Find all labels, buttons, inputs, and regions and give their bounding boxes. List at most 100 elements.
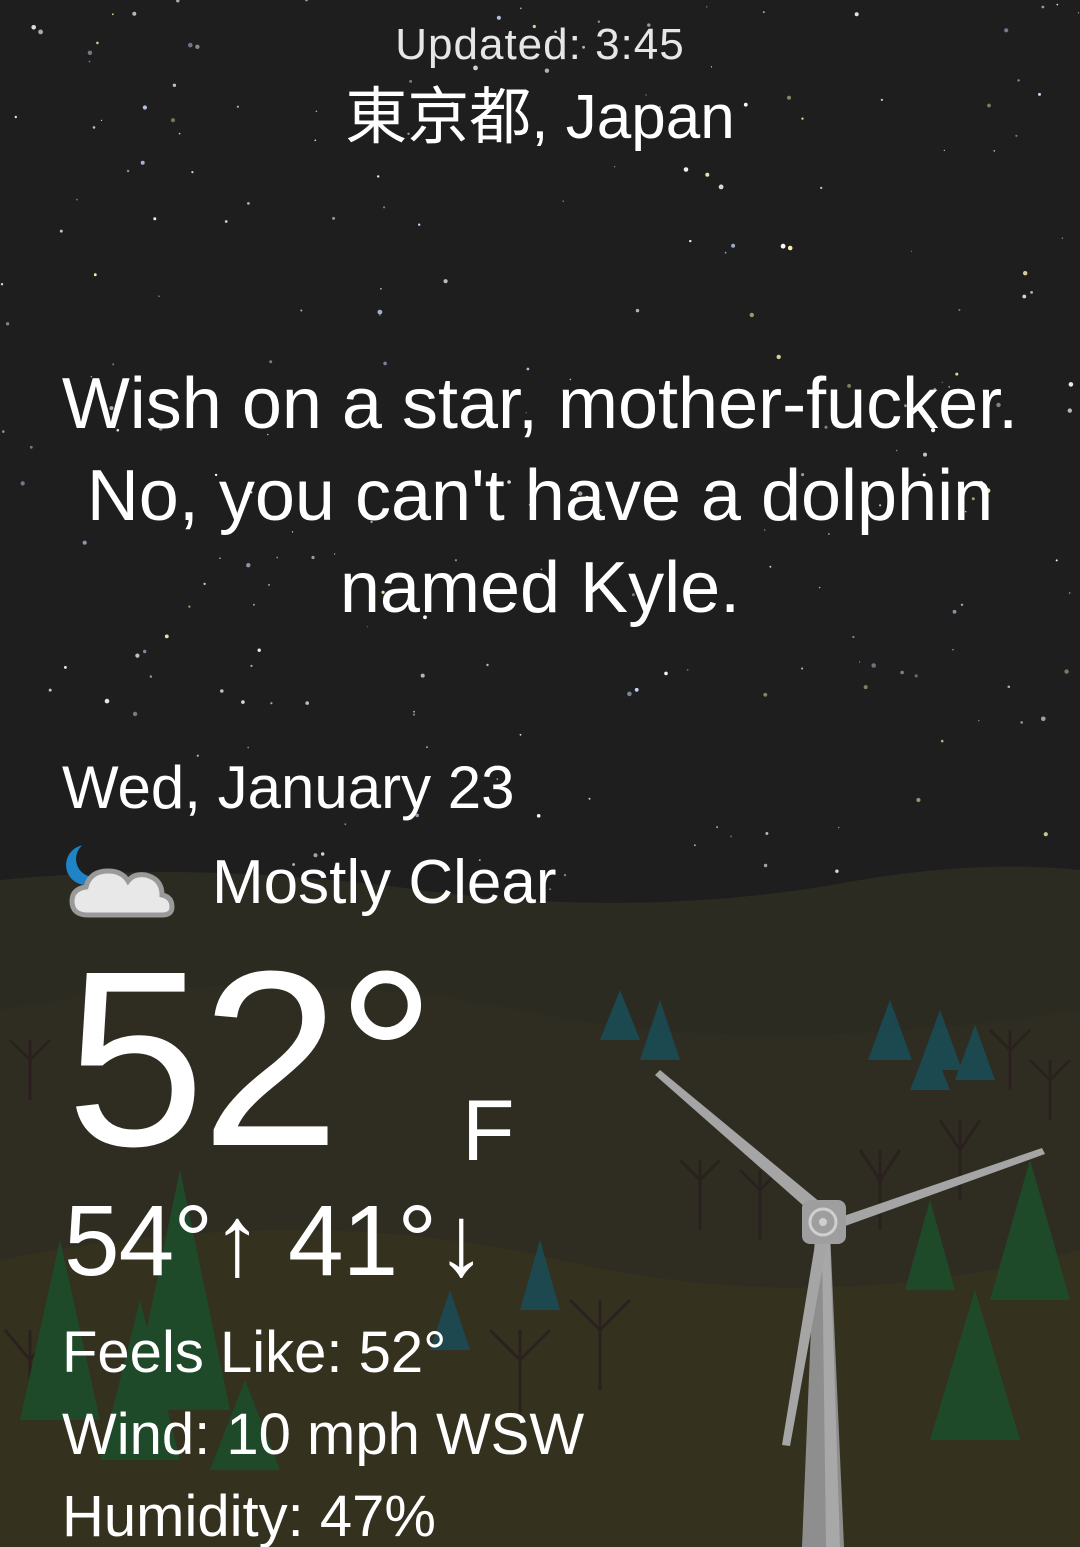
star (64, 666, 67, 669)
star (20, 481, 25, 486)
star (2, 430, 5, 433)
star (706, 6, 708, 8)
forecast-date: Wed, January 23 (62, 754, 515, 821)
star (111, 13, 114, 16)
header: Updated: 3:45 東京都, Japan (0, 18, 1080, 156)
star (250, 664, 253, 668)
star (837, 826, 840, 829)
star (694, 844, 696, 846)
current-temperature: 52° (66, 919, 436, 1198)
star (300, 309, 303, 312)
star (820, 186, 823, 190)
star (332, 216, 336, 220)
star (1077, 12, 1080, 14)
star (380, 287, 382, 290)
star (158, 295, 160, 298)
down-arrow-icon: ↓ (436, 1185, 486, 1297)
star (1041, 5, 1045, 9)
star (426, 746, 428, 749)
weather-details: Feels Like: 52° Wind: 10 mph WSW Humidit… (62, 1312, 584, 1547)
star (613, 166, 616, 168)
star (863, 685, 868, 690)
star (132, 711, 138, 717)
star (5, 322, 10, 326)
star (104, 698, 110, 704)
humidity: Humidity: 47% (62, 1484, 436, 1547)
star (413, 710, 415, 713)
star (801, 667, 804, 670)
star (1030, 291, 1033, 294)
star (140, 160, 145, 165)
star (1020, 721, 1023, 724)
star (48, 688, 52, 692)
star (763, 863, 768, 868)
star (854, 12, 859, 17)
star (705, 172, 710, 177)
star (379, 314, 381, 316)
star (724, 251, 727, 254)
condition-label: Mostly Clear (212, 848, 557, 917)
star (149, 675, 153, 678)
star (716, 826, 718, 828)
high-low: 54°↑ 41°↓ (64, 1185, 486, 1297)
temperature-unit[interactable]: F (462, 1088, 515, 1174)
star (952, 649, 954, 651)
up-arrow-icon: ↑ (212, 1185, 262, 1297)
star (686, 669, 689, 671)
star (1056, 3, 1059, 6)
star (143, 649, 147, 654)
star (858, 661, 861, 663)
star (164, 634, 169, 639)
star (1061, 237, 1064, 239)
current-condition: Mostly Clear (62, 838, 557, 928)
star (224, 220, 228, 223)
star (1068, 382, 1074, 387)
star (270, 702, 273, 705)
star (1041, 716, 1046, 722)
star (135, 653, 140, 658)
wind: Wind: 10 mph WSW (62, 1402, 585, 1467)
star (191, 171, 194, 174)
star (749, 312, 754, 318)
updated-time: Updated: 3:45 (395, 20, 685, 69)
star (588, 797, 591, 800)
star (59, 229, 63, 233)
star (241, 700, 245, 704)
star (377, 175, 380, 178)
star (93, 273, 97, 277)
star (718, 184, 724, 190)
star (1068, 592, 1071, 594)
star (383, 206, 386, 209)
star (765, 832, 769, 835)
star (1064, 669, 1069, 674)
star (257, 648, 261, 652)
star (871, 663, 876, 668)
star (126, 169, 130, 173)
star (1022, 271, 1028, 276)
star (683, 167, 689, 172)
star (900, 670, 904, 675)
low-temperature: 41° (288, 1185, 437, 1297)
star (627, 691, 632, 697)
star (916, 797, 921, 803)
star (153, 217, 157, 221)
star (1007, 685, 1011, 689)
star (519, 7, 522, 10)
star (664, 671, 668, 676)
star (132, 11, 137, 16)
star (76, 198, 78, 201)
weather-screen: Updated: 3:45 東京都, Japan Wish on a star,… (0, 0, 1080, 1547)
star (762, 11, 765, 14)
star (563, 874, 567, 877)
star (220, 689, 224, 693)
location-name[interactable]: 東京都, Japan (0, 80, 1080, 156)
star (420, 673, 425, 678)
feels-like: Feels Like: 52° (62, 1320, 447, 1385)
star (940, 739, 944, 743)
weather-quote: Wish on a star, mother-fucker. No, you c… (61, 364, 1019, 628)
star (536, 814, 541, 818)
star (914, 674, 918, 678)
star (412, 713, 416, 716)
star (731, 243, 736, 248)
star (689, 239, 692, 243)
